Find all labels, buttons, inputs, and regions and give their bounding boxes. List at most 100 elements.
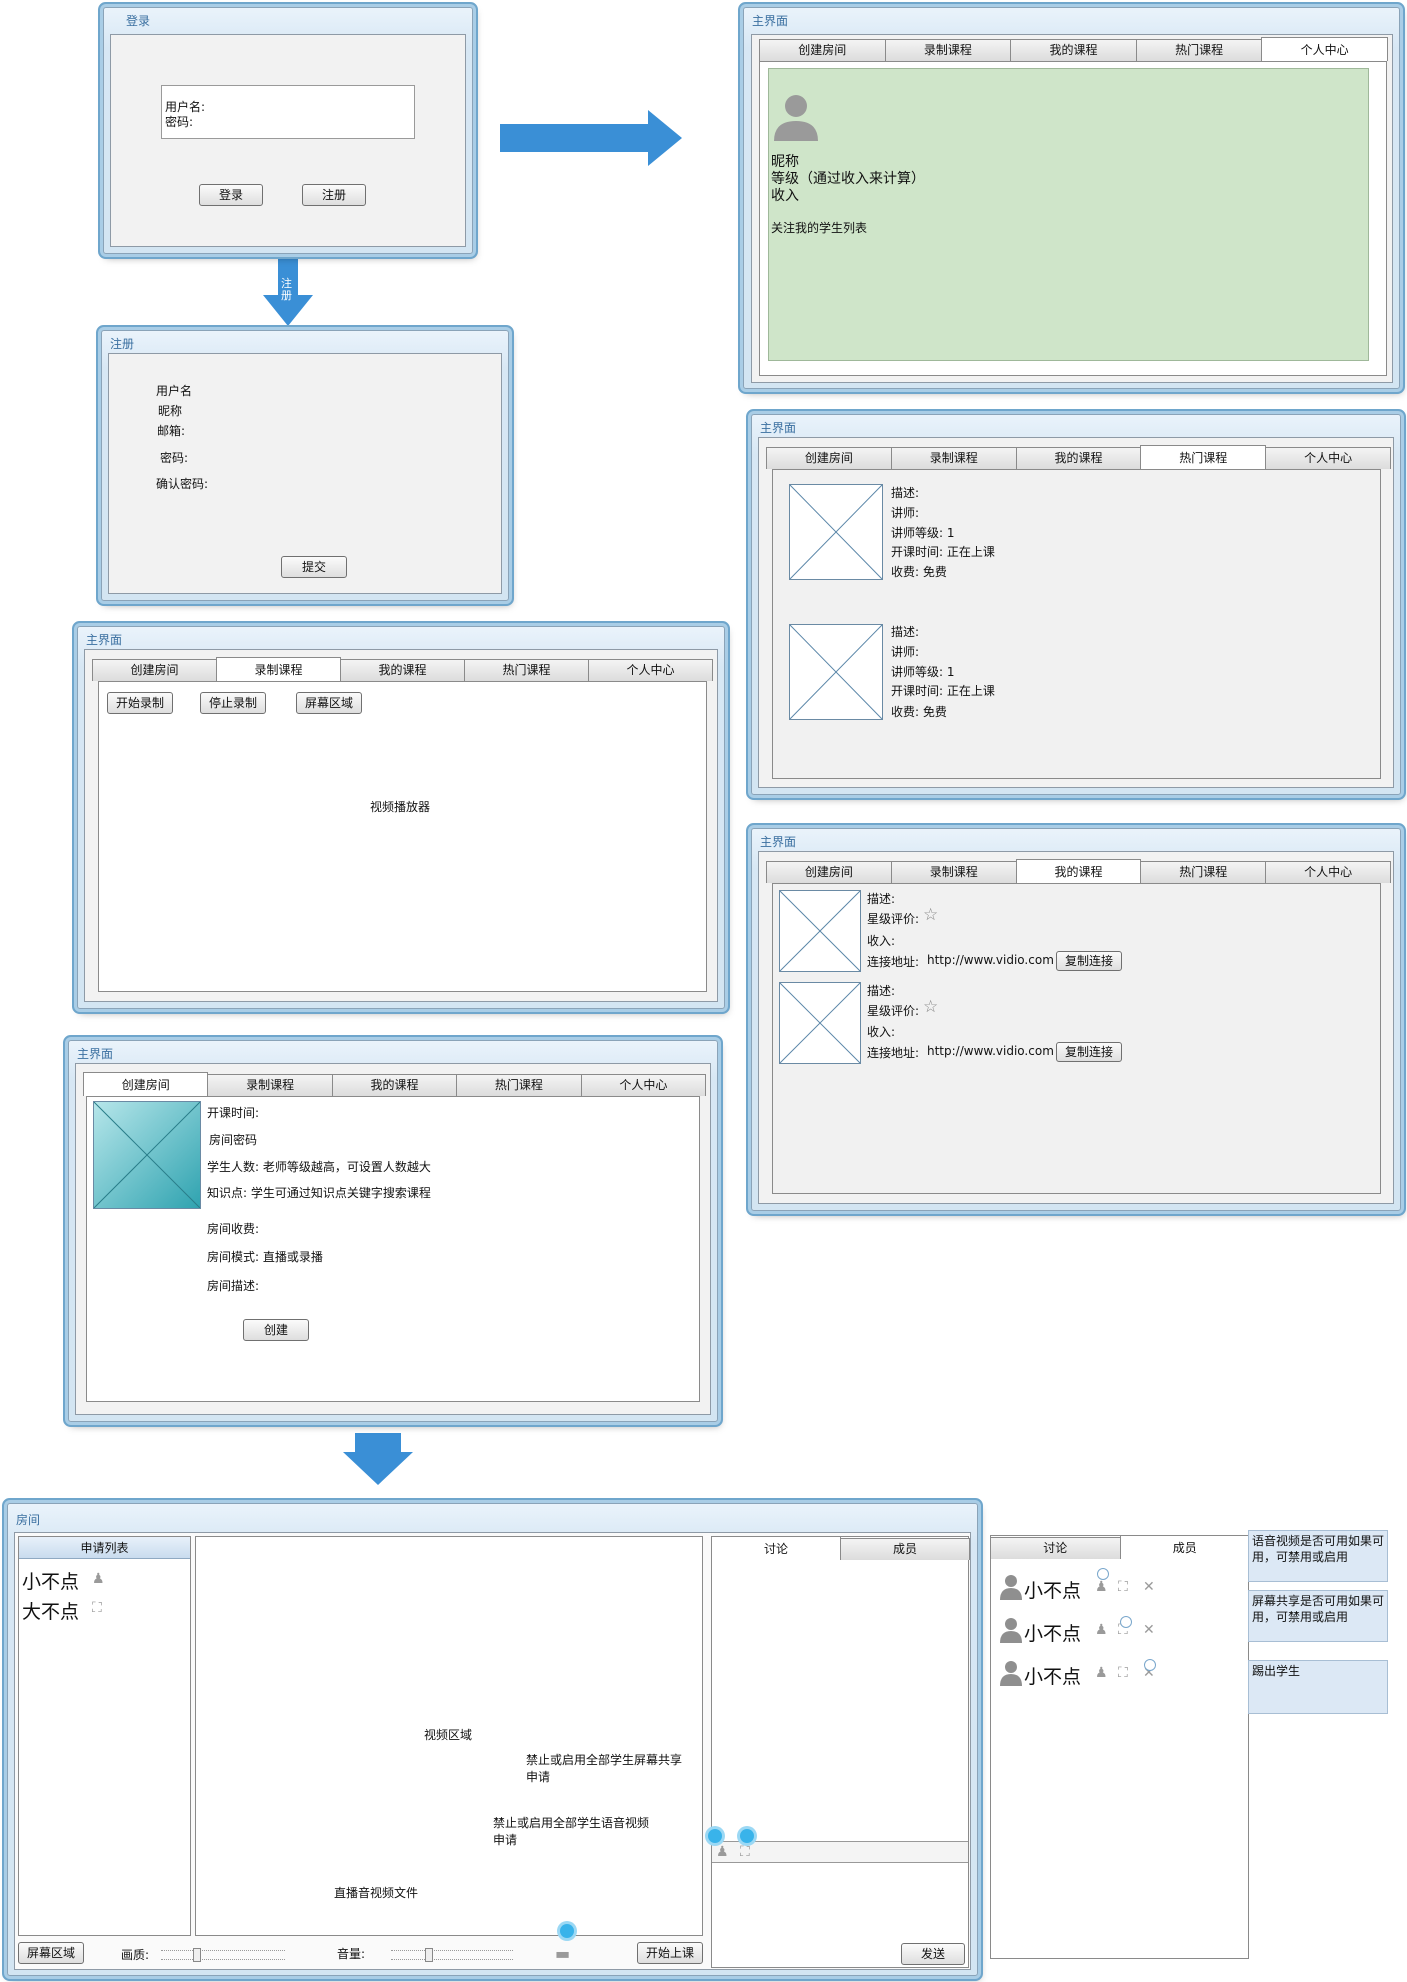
create-room-window: 主界面 创建房间 录制课程 我的课程 热门课程 个人中心 开课时间: 房间密码 …	[68, 1040, 718, 1422]
tab-personal-center[interactable]: 个人中心	[1265, 447, 1391, 469]
tab-my-courses[interactable]: 我的课程	[1015, 859, 1142, 883]
tab-record[interactable]: 录制课程	[890, 447, 1017, 469]
course-thumbnail	[779, 890, 861, 972]
screen-share-icon[interactable]: ⛶	[1118, 1579, 1128, 1595]
voice-icon[interactable]: ♟	[1095, 1622, 1108, 1638]
quality-slider-thumb[interactable]	[193, 1948, 201, 1962]
screen-share-all-toggle-icon[interactable]: ⛶	[740, 1844, 750, 1860]
applicant-name[interactable]: 大不点	[22, 1597, 79, 1624]
tab-create-room[interactable]: 创建房间	[92, 659, 217, 681]
tab-my-courses[interactable]: 我的课程	[1015, 447, 1142, 469]
screen-area-button[interactable]: 屏幕区域	[18, 1942, 84, 1964]
kick-icon[interactable]: ✕	[1143, 1579, 1155, 1595]
credentials-box: 用户名: 密码:	[161, 85, 415, 139]
hot-courses-window: 主界面 创建房间 录制课程 我的课程 热门课程 个人中心 描述: 讲师: 讲师等…	[751, 414, 1401, 795]
voice-request-icon[interactable]: ♟	[92, 1571, 105, 1587]
tab-members[interactable]: 成员	[1119, 1535, 1250, 1559]
copy-link-button[interactable]: 复制连接	[1056, 1042, 1122, 1062]
tab-my-courses[interactable]: 我的课程	[331, 1074, 458, 1096]
quality-slider[interactable]	[161, 1948, 285, 1962]
tab-personal-center[interactable]: 个人中心	[1261, 37, 1388, 61]
course-link[interactable]: http://www.vidio.com	[927, 1044, 1054, 1058]
room-window: 房间 申请列表 小不点 ♟ 大不点 ⛶ 视频区域 讨论 成员 ♟ ⛶ 发送 屏幕…	[7, 1503, 978, 1976]
course-thumbnail	[789, 624, 883, 720]
course-desc: 描述:	[867, 984, 896, 998]
window-title: 房间	[16, 1513, 41, 1527]
tab-hot-courses[interactable]: 热门课程	[464, 659, 589, 681]
hotspot-marker	[560, 1924, 574, 1938]
tab-bar: 创建房间 录制课程 我的课程 热门课程 个人中心	[92, 657, 713, 681]
tab-members[interactable]: 成员	[840, 1538, 970, 1560]
course-income: 收入:	[867, 934, 896, 948]
volume-label: 音量:	[337, 1947, 366, 1961]
field-password: 密码:	[160, 451, 189, 465]
tab-hot-courses[interactable]: 热门课程	[1135, 39, 1263, 61]
volume-slider[interactable]	[391, 1948, 513, 1962]
screen-area-button[interactable]: 屏幕区域	[296, 692, 362, 714]
screen-share-icon[interactable]: ⛶	[1118, 1665, 1128, 1681]
tab-create-room[interactable]: 创建房间	[766, 447, 892, 469]
screen-share-icon[interactable]: ⛶	[92, 1600, 102, 1616]
course-rating: 星级评价:	[867, 912, 920, 926]
password-label: 密码:	[165, 115, 194, 129]
submit-button[interactable]: 提交	[281, 556, 347, 578]
tab-record[interactable]: 录制课程	[207, 1074, 333, 1096]
star-icon[interactable]: ☆	[923, 997, 938, 1017]
window-title: 主界面	[752, 14, 789, 28]
tab-record[interactable]: 录制课程	[890, 861, 1017, 883]
course-fee: 收费: 免费	[891, 705, 947, 719]
folder-icon[interactable]: ▬	[555, 1944, 570, 1963]
create-button[interactable]: 创建	[243, 1319, 309, 1341]
field-room-desc: 房间描述:	[207, 1279, 260, 1293]
tab-hot-courses[interactable]: 热门课程	[1140, 445, 1267, 469]
tab-discuss[interactable]: 讨论	[990, 1537, 1121, 1559]
volume-slider-thumb[interactable]	[425, 1948, 433, 1962]
register-button[interactable]: 注册	[302, 184, 366, 206]
tab-create-room[interactable]: 创建房间	[766, 861, 892, 883]
tab-personal-center[interactable]: 个人中心	[588, 659, 713, 681]
avatar-icon	[774, 95, 818, 141]
course-link-label: 连接地址:	[867, 1046, 920, 1060]
field-email: 邮箱:	[157, 424, 186, 438]
window-title: 主界面	[77, 1047, 114, 1061]
course-link-label: 连接地址:	[867, 955, 920, 969]
tab-personal-center[interactable]: 个人中心	[1265, 861, 1391, 883]
kick-icon[interactable]: ✕	[1143, 1622, 1155, 1638]
star-icon[interactable]: ☆	[923, 905, 938, 925]
field-confirm-password: 确认密码:	[156, 477, 209, 491]
copy-link-button[interactable]: 复制连接	[1056, 951, 1122, 971]
send-button[interactable]: 发送	[901, 1943, 965, 1965]
applicant-name[interactable]: 小不点	[22, 1567, 79, 1594]
field-knowledge-points: 知识点: 学生可通过知识点关键字搜索课程	[207, 1186, 431, 1200]
note-voice-enabled: 语音视频是否可用如果可用，可禁用或启用	[1248, 1530, 1388, 1582]
voice-icon[interactable]: ♟	[1095, 1665, 1108, 1681]
start-class-button[interactable]: 开始上课	[637, 1942, 703, 1964]
voice-all-toggle-icon[interactable]: ♟	[716, 1844, 729, 1860]
course-fee: 收费: 免费	[891, 565, 947, 579]
login-button[interactable]: 登录	[199, 184, 263, 206]
voice-icon[interactable]: ♟	[1095, 1579, 1108, 1595]
register-window: 注册 用户名 昵称 邮箱: 密码: 确认密码: 提交	[101, 330, 509, 601]
tab-record[interactable]: 录制课程	[216, 657, 341, 681]
course-link[interactable]: http://www.vidio.com	[927, 953, 1054, 967]
apply-list-header: 申请列表	[19, 1537, 190, 1559]
my-course-panel: 描述: 星级评价: ☆ 收入: 连接地址: http://www.vidio.c…	[772, 883, 1381, 1194]
tab-hot-courses[interactable]: 热门课程	[1140, 861, 1267, 883]
tab-create-room[interactable]: 创建房间	[83, 1072, 209, 1096]
tab-discuss[interactable]: 讨论	[711, 1536, 841, 1560]
video-area: 视频区域	[195, 1536, 703, 1936]
tab-bar: 创建房间 录制课程 我的课程 热门课程 个人中心	[759, 37, 1388, 61]
tab-my-courses[interactable]: 我的课程	[340, 659, 465, 681]
start-record-button[interactable]: 开始录制	[107, 692, 173, 714]
arrow-right	[500, 110, 682, 166]
field-start-time: 开课时间:	[207, 1106, 260, 1120]
stop-record-button[interactable]: 停止录制	[200, 692, 266, 714]
tab-record[interactable]: 录制课程	[884, 39, 1012, 61]
tab-my-courses[interactable]: 我的课程	[1010, 39, 1137, 61]
tab-personal-center[interactable]: 个人中心	[580, 1074, 707, 1096]
login-body: 用户名: 密码: 登录 注册	[110, 34, 466, 247]
tab-create-room[interactable]: 创建房间	[759, 39, 886, 61]
room-cover-image	[93, 1101, 201, 1209]
tab-hot-courses[interactable]: 热门课程	[456, 1074, 582, 1096]
note-voice-all: 禁止或启用全部学生语音视频申请	[493, 1816, 650, 1847]
